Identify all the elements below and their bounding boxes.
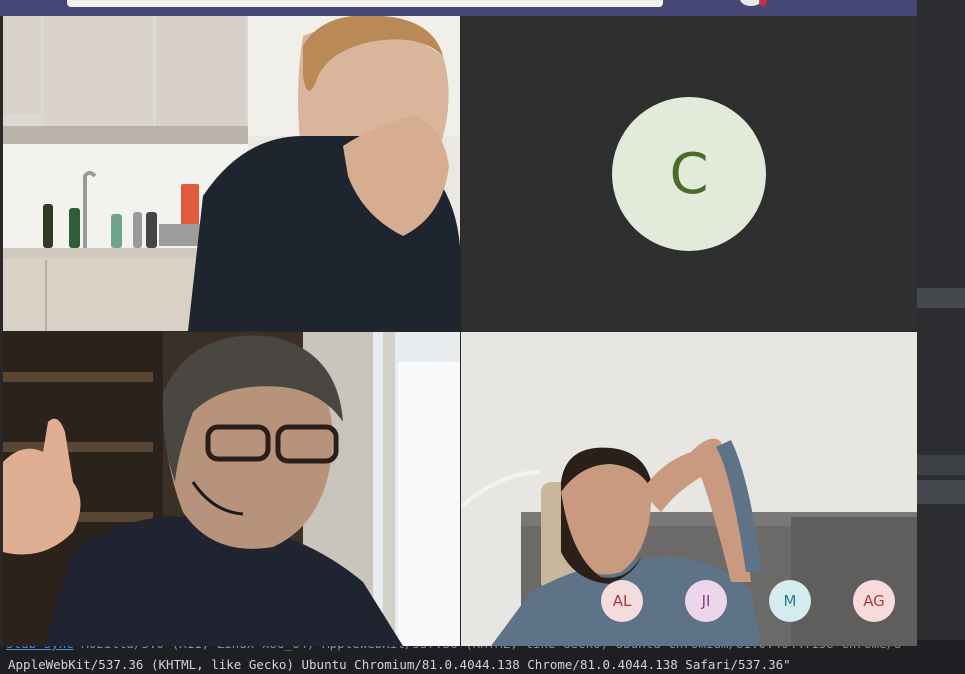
video-tile-participant-1[interactable] [3, 16, 460, 331]
video-tile-participant-3[interactable] [3, 332, 460, 646]
participant-chip[interactable]: AG [853, 580, 895, 622]
video-tile-participant-2[interactable]: C [461, 16, 917, 331]
participant-avatar: C [612, 97, 766, 251]
participant-chip[interactable]: JI [685, 580, 727, 622]
ide-highlight-row [917, 455, 965, 475]
ide-highlight-row [917, 480, 965, 504]
ide-highlight-row [917, 288, 965, 308]
status-indicator [759, 0, 767, 6]
meeting-window: C AL JI M AG [0, 0, 917, 646]
video-feed [3, 16, 460, 331]
avatar-initial: C [669, 141, 709, 207]
search-input[interactable] [67, 0, 663, 7]
title-bar [0, 0, 917, 16]
participant-chip[interactable]: M [769, 580, 811, 622]
participant-chip[interactable]: AL [601, 580, 643, 622]
terminal-line: AppleWebKit/537.36 (KHTML, like Gecko) U… [8, 657, 791, 672]
video-feed [3, 332, 460, 646]
